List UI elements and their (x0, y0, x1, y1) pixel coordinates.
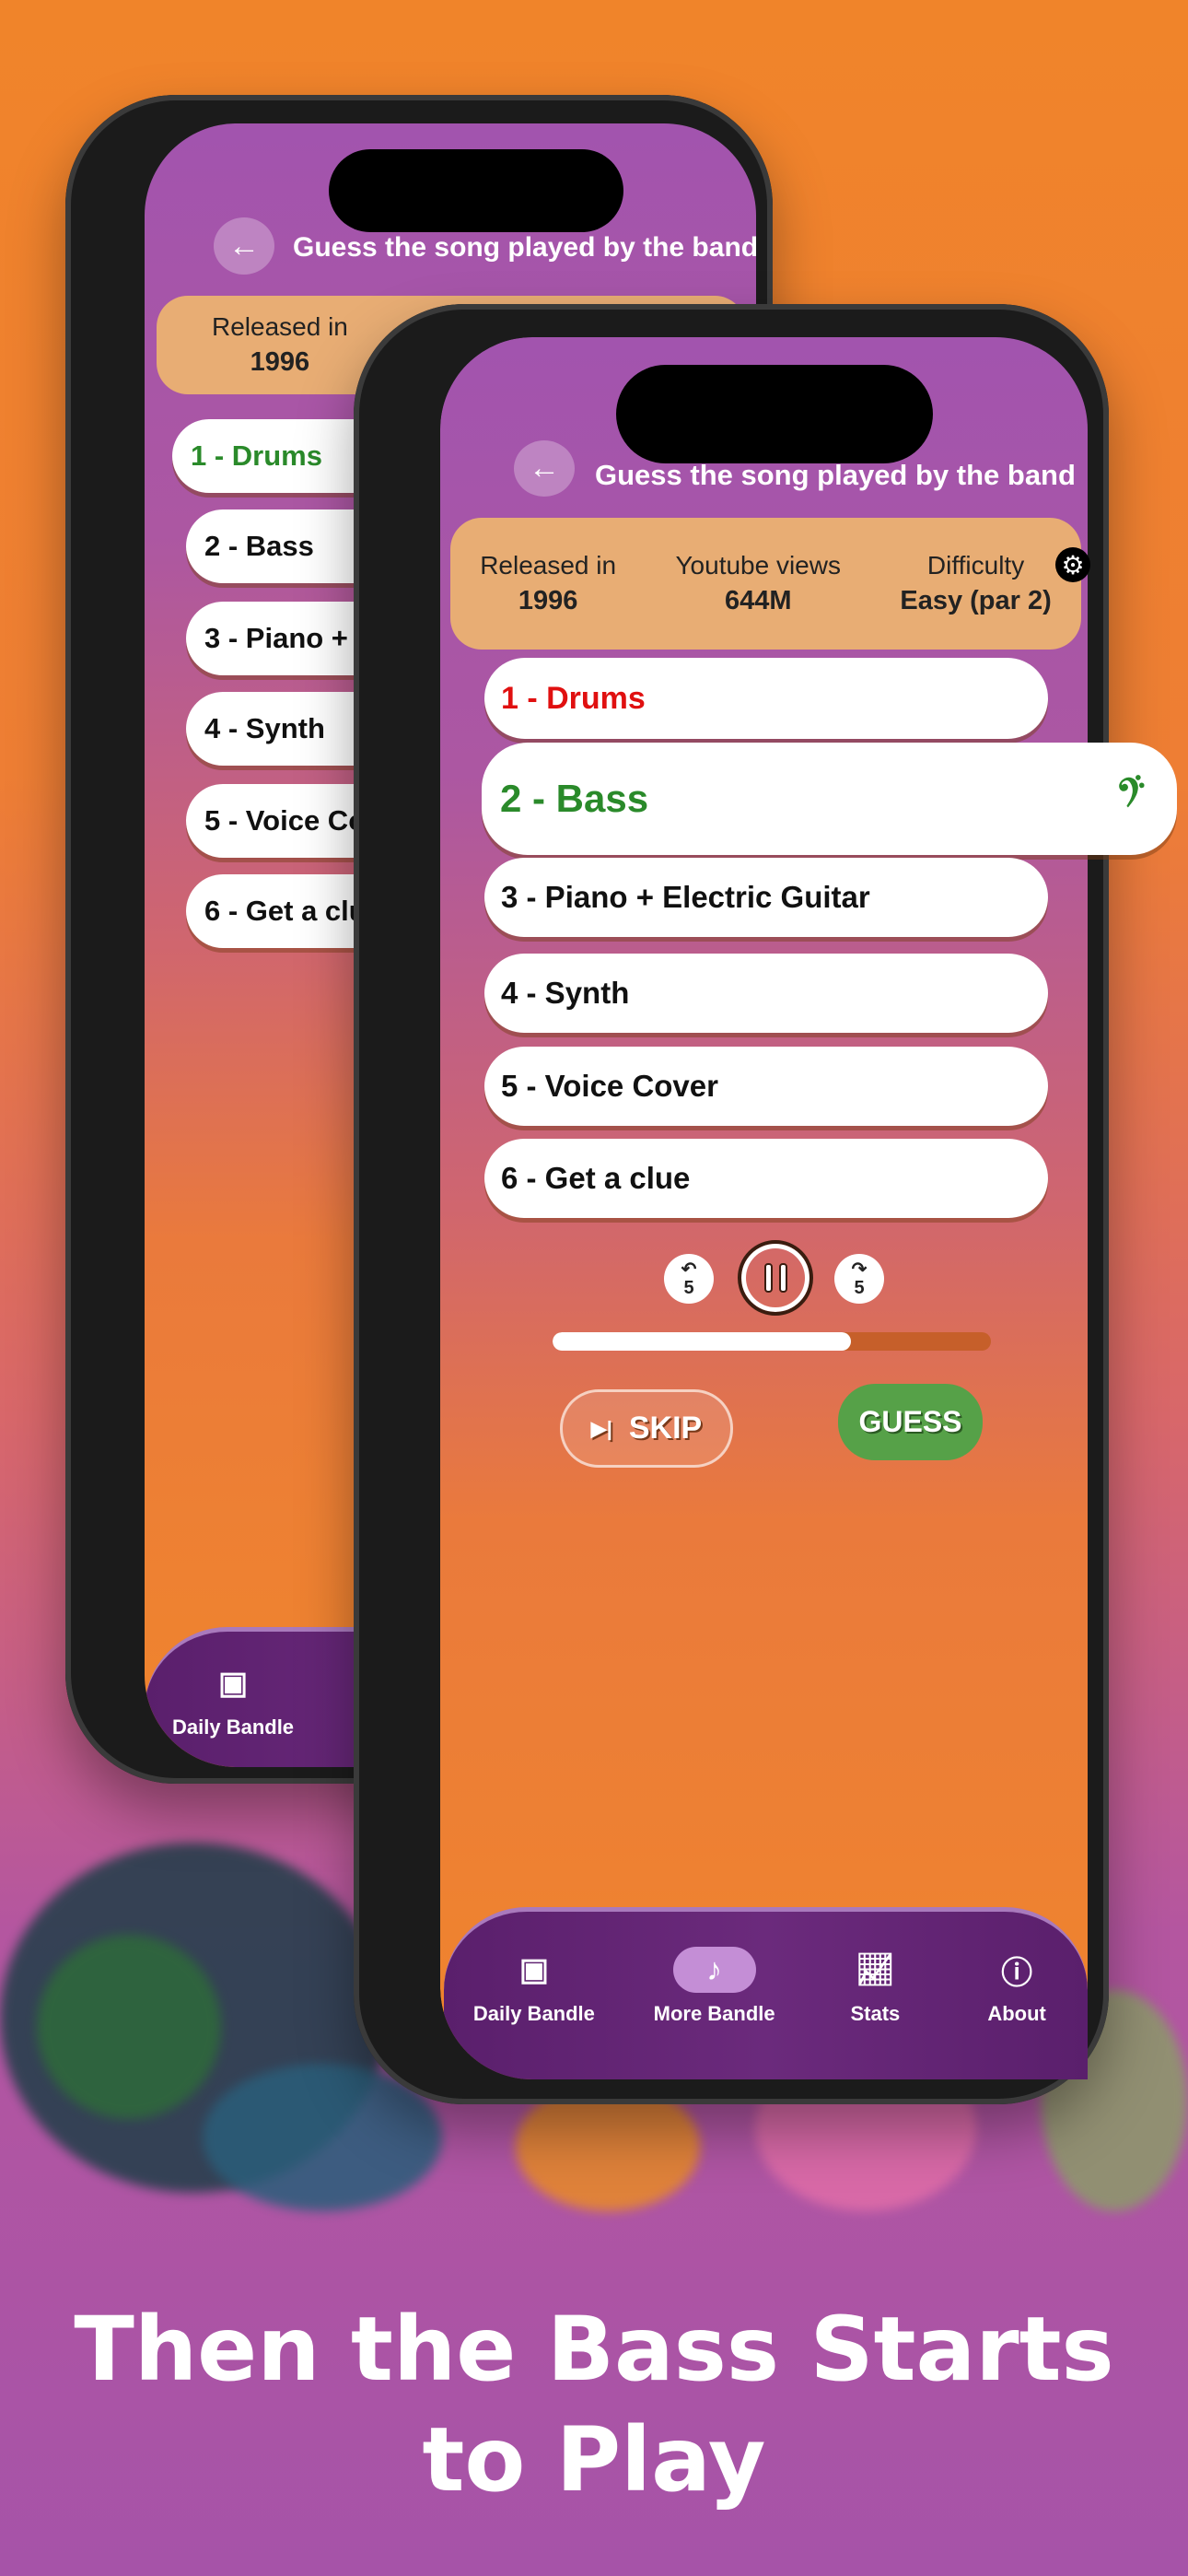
gear-icon[interactable]: ⚙ (1055, 547, 1090, 582)
list-item-drums[interactable]: 1 - Drums (484, 658, 1048, 739)
page-title: Guess the song played by the band (595, 459, 1076, 491)
arrow-left-icon: ← (228, 228, 260, 263)
forward-5-button[interactable]: ↷ 5 (834, 1254, 884, 1304)
stat-difficulty: Difficulty Easy (par 2) (900, 551, 1052, 615)
guess-button[interactable]: GUESS (838, 1384, 983, 1460)
calendar-icon: ▣ (217, 1665, 249, 1701)
bottom-nav: ▣ Daily Bandle ♪ More Bandle 📈︎ Stats ⓘ Abou… (444, 1907, 1088, 2079)
skip-button[interactable]: ▶| SKIP (560, 1389, 733, 1468)
rewind-5-button[interactable]: ↶ 5 (664, 1254, 714, 1304)
pause-icon (763, 1263, 787, 1293)
caption: Then the Bass Starts to Play (74, 2298, 1114, 2512)
list-item[interactable]: 6 - Get a clue (484, 1139, 1048, 1218)
stat-released: Released in 1996 (212, 312, 348, 377)
list-item[interactable]: 4 - Synth (484, 954, 1048, 1033)
front-phone: ← Guess the song played by the band Rele… (354, 304, 1177, 2104)
chart-icon: 📈︎ (855, 1952, 895, 1987)
nav-daily-bandle[interactable]: ▣ Daily Bandle (473, 1947, 595, 2026)
list-item-bass[interactable]: 2 - Bass 𝄢 (482, 743, 1177, 855)
stat-released: Released in 1996 (480, 551, 617, 615)
nav-about[interactable]: ⓘ About (975, 1947, 1058, 2026)
front-phone-screen: ← Guess the song played by the band Rele… (440, 337, 1177, 2079)
progress-fill (553, 1332, 851, 1351)
rewind-icon: ↶ (681, 1259, 697, 1280)
stats-card: Released in 1996 Youtube views 644M Diffic… (450, 518, 1081, 650)
nav-daily-bandle[interactable]: ▣ Daily Bandle (172, 1660, 294, 1739)
nav-more-bandle[interactable]: ♪ More Bandle (654, 1947, 775, 2026)
skip-icon: ▶| (590, 1416, 612, 1440)
list-item[interactable]: 3 - Piano + Electric Guitar (484, 858, 1048, 937)
help-icon: ⓘ (1001, 1955, 1033, 1991)
calendar-icon: ▣ (518, 1952, 549, 1987)
pause-button[interactable] (738, 1240, 813, 1316)
back-button[interactable]: ← (514, 440, 575, 497)
list-item[interactable]: 5 - Voice Cover (484, 1047, 1048, 1126)
music-note-icon: ♪ (672, 1947, 756, 1993)
dynamic-island (329, 149, 623, 232)
progress-bar[interactable] (553, 1332, 991, 1351)
nav-stats[interactable]: 📈︎ Stats (833, 1947, 916, 2026)
dynamic-island (616, 365, 933, 463)
forward-icon: ↷ (851, 1259, 868, 1280)
bass-guitar-icon: 𝄢 (1112, 767, 1159, 825)
stat-views: Youtube views 644M (675, 551, 841, 615)
back-button[interactable]: ← (214, 217, 274, 275)
page-title: Guess the song played by the band (293, 232, 756, 263)
arrow-left-icon: ← (529, 451, 560, 486)
